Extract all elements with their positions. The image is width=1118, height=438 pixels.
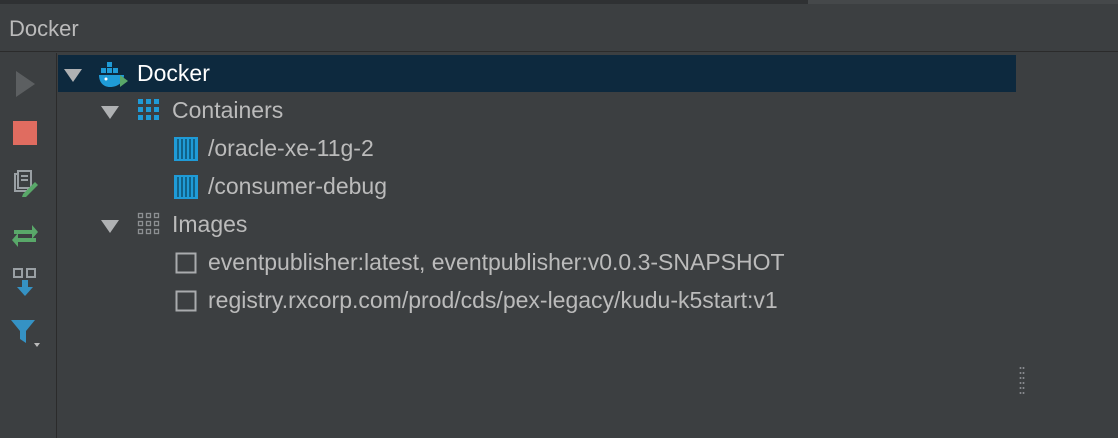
expand-arrow-icon[interactable] (101, 220, 119, 233)
filter-button[interactable] (8, 316, 42, 350)
tree-node-images[interactable]: Images (58, 206, 1016, 243)
tree-node-image[interactable]: eventpublisher:latest, eventpublisher:v0… (58, 244, 1016, 281)
tree-node-container[interactable]: /consumer-debug (58, 168, 1016, 205)
run-button[interactable] (8, 67, 42, 101)
tree-node-docker[interactable]: Docker (58, 55, 1016, 92)
tree-node-label: Docker (137, 60, 210, 86)
tree-node-label: registry.rxcorp.com/prod/cds/pex-legacy/… (208, 287, 778, 313)
header-divider-right (808, 0, 1118, 4)
images-group-icon (137, 212, 160, 235)
pull-image-icon (13, 268, 36, 296)
header-divider (0, 0, 808, 4)
stop-icon (13, 121, 37, 145)
redeploy-button[interactable] (8, 217, 42, 251)
redeploy-icon (12, 225, 38, 247)
tree-node-label: Images (172, 211, 248, 237)
edit-configuration-button[interactable] (8, 167, 42, 201)
edit-config-icon (14, 170, 38, 197)
containers-group-icon (138, 99, 159, 120)
tool-window-title: Docker (9, 16, 79, 41)
tree-node-label: /consumer-debug (208, 173, 387, 199)
pull-image-button[interactable] (8, 265, 42, 299)
tree-node-label: /oracle-xe-11g-2 (208, 135, 374, 161)
splitter-grip-icon[interactable] (1019, 366, 1025, 394)
tree-node-label: Containers (172, 97, 284, 123)
image-icon (175, 252, 197, 274)
docker-tool-window: Docker Docker Containers /oracle-xe-11g-… (0, 0, 1118, 438)
docker-tree: Docker Containers /oracle-xe-11g-2 /cons… (58, 53, 1118, 438)
tree-node-container[interactable]: /oracle-xe-11g-2 (58, 130, 1016, 167)
stop-button[interactable] (8, 116, 42, 150)
tree-node-image[interactable]: registry.rxcorp.com/prod/cds/pex-legacy/… (58, 282, 1016, 319)
filter-icon (11, 320, 40, 347)
tree-node-containers[interactable]: Containers (58, 92, 1016, 129)
docker-whale-icon (99, 62, 128, 87)
side-toolbar (0, 53, 57, 438)
expand-arrow-icon[interactable] (64, 69, 82, 82)
expand-arrow-icon[interactable] (101, 106, 119, 119)
tree-node-label: eventpublisher:latest, eventpublisher:v0… (208, 249, 785, 275)
tool-window-header: Docker (0, 0, 1118, 52)
container-icon (174, 175, 198, 199)
image-icon (175, 290, 197, 312)
play-icon (16, 71, 35, 97)
container-icon (174, 137, 198, 161)
